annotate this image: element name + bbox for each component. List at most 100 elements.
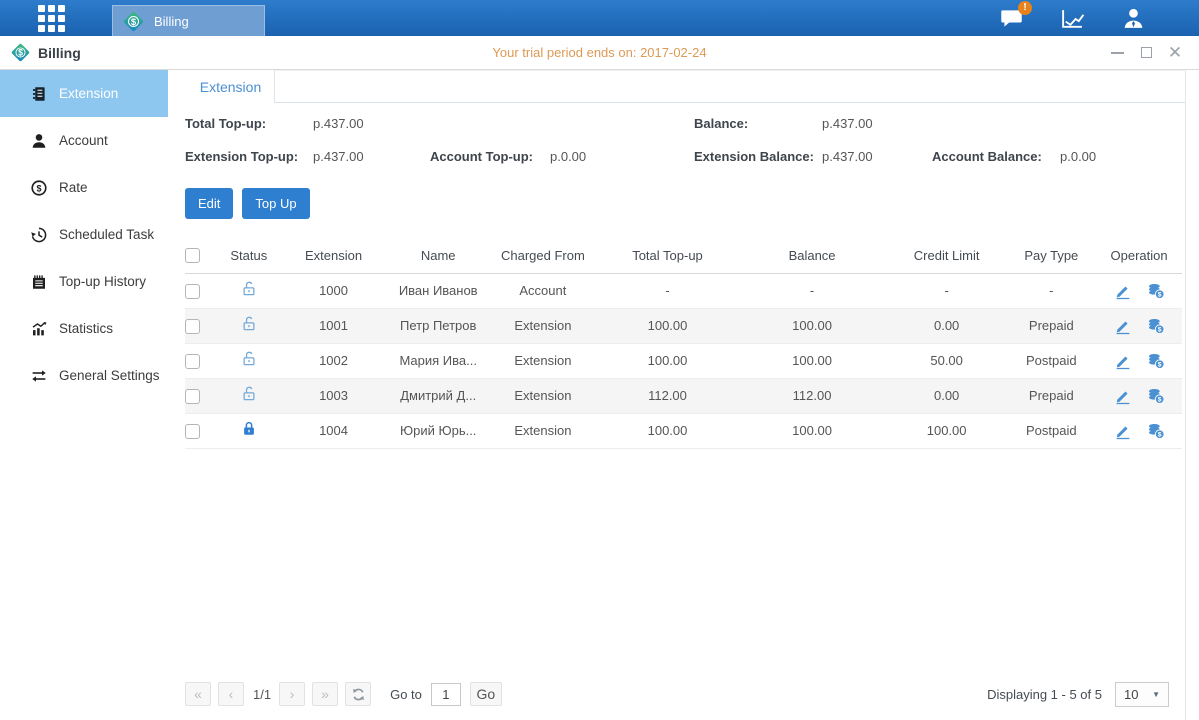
balance-label: Balance: — [694, 116, 822, 131]
edit-pencil-icon[interactable] — [1114, 387, 1132, 405]
name-cell: Юрий Юрь... — [388, 413, 488, 448]
credit-limit-cell: 0.00 — [887, 308, 1007, 343]
lock-open-icon — [240, 315, 258, 333]
sidebar-item-rate[interactable]: $Rate — [0, 164, 168, 211]
edit-pencil-icon[interactable] — [1114, 422, 1132, 440]
status-cell — [219, 343, 279, 378]
prev-page-button[interactable]: ‹ — [218, 682, 244, 706]
balance-cell: 100.00 — [737, 308, 887, 343]
billing-diamond-icon: $ — [10, 42, 31, 63]
extension-topup-label: Extension Top-up: — [185, 149, 313, 164]
messages-icon[interactable]: ! — [998, 6, 1025, 31]
select-all-checkbox[interactable] — [185, 248, 200, 263]
maximize-icon[interactable] — [1138, 45, 1154, 61]
taskbar-tab-billing[interactable]: $ Billing — [112, 5, 265, 36]
svg-text:$: $ — [18, 48, 23, 58]
next-page-button[interactable]: › — [279, 682, 305, 706]
operation-cell: $ — [1096, 273, 1182, 308]
top-up-coins-icon[interactable]: $ — [1147, 352, 1165, 370]
column-header-pay-type: Pay Type — [1006, 238, 1096, 273]
edit-pencil-icon[interactable] — [1114, 352, 1132, 370]
credit-limit-cell: 50.00 — [887, 343, 1007, 378]
chevron-down-icon: ▼ — [1152, 690, 1160, 699]
top-up-button[interactable]: Top Up — [242, 188, 309, 219]
extension-icon — [30, 85, 48, 103]
row-checkbox[interactable] — [185, 284, 200, 299]
sidebar-item-label: Rate — [59, 180, 88, 195]
header-checkbox-cell — [185, 238, 219, 273]
column-header-credit-limit: Credit Limit — [887, 238, 1007, 273]
close-icon[interactable]: ✕ — [1167, 45, 1183, 61]
sidebar-item-label: Scheduled Task — [59, 227, 154, 242]
window-title-bar: $ Billing Your trial period ends on: 201… — [0, 36, 1199, 70]
svg-text:$: $ — [1157, 431, 1161, 438]
sidebar-item-extension[interactable]: Extension — [0, 70, 168, 117]
name-cell: Петр Петров — [388, 308, 488, 343]
total-topup-cell: 112.00 — [598, 378, 738, 413]
balance-cell: - — [737, 273, 887, 308]
row-checkbox-cell — [185, 378, 219, 413]
credit-limit-cell: - — [887, 273, 1007, 308]
top-up-coins-icon[interactable]: $ — [1147, 422, 1165, 440]
go-button[interactable]: Go — [470, 682, 502, 706]
last-page-button[interactable]: » — [312, 682, 338, 706]
tab-extension[interactable]: Extension — [187, 70, 275, 103]
chart-icon[interactable] — [1059, 6, 1086, 31]
account-topup-label: Account Top-up: — [430, 149, 550, 164]
first-page-button[interactable]: « — [185, 682, 211, 706]
edit-pencil-icon[interactable] — [1114, 317, 1132, 335]
status-cell — [219, 378, 279, 413]
extension-cell: 1003 — [279, 378, 389, 413]
credit-limit-cell: 100.00 — [887, 413, 1007, 448]
sidebar-item-top-up-history[interactable]: Top-up History — [0, 258, 168, 305]
total-topup-cell: - — [598, 273, 738, 308]
edit-button[interactable]: Edit — [185, 188, 233, 219]
account-icon — [30, 132, 48, 150]
extension-cell: 1002 — [279, 343, 389, 378]
edit-pencil-icon[interactable] — [1114, 282, 1132, 300]
sidebar-item-general-settings[interactable]: General Settings — [0, 352, 168, 399]
sidebar-item-scheduled-task[interactable]: Scheduled Task — [0, 211, 168, 258]
top-up-coins-icon[interactable]: $ — [1147, 317, 1165, 335]
row-checkbox-cell — [185, 343, 219, 378]
sidebar-item-statistics[interactable]: Statistics — [0, 305, 168, 352]
row-checkbox[interactable] — [185, 424, 200, 439]
sidebar-item-label: Account — [59, 133, 108, 148]
status-cell — [219, 413, 279, 448]
charged-from-cell: Extension — [488, 308, 598, 343]
charged-from-cell: Extension — [488, 413, 598, 448]
operation-cell: $ — [1096, 413, 1182, 448]
tab-strip-filler — [275, 70, 1185, 103]
extension-cell: 1004 — [279, 413, 389, 448]
extension-cell: 1000 — [279, 273, 389, 308]
pagination-bar: « ‹ 1/1 › » Go to Go Displaying 1 - 5 of — [168, 674, 1199, 720]
pay-type-cell: Postpaid — [1006, 343, 1096, 378]
name-cell: Иван Иванов — [388, 273, 488, 308]
account-topup-value: p.0.00 — [550, 149, 694, 164]
pay-type-cell: Postpaid — [1006, 413, 1096, 448]
minimize-icon[interactable] — [1109, 45, 1125, 61]
page-size-value: 10 — [1124, 687, 1138, 702]
row-checkbox[interactable] — [185, 354, 200, 369]
refresh-icon[interactable] — [345, 682, 371, 706]
page-size-select[interactable]: 10 ▼ — [1115, 682, 1169, 707]
column-header-extension: Extension — [279, 238, 389, 273]
row-checkbox[interactable] — [185, 319, 200, 334]
user-icon[interactable] — [1120, 6, 1147, 31]
balance-value: p.437.00 — [822, 116, 932, 131]
pay-type-cell: Prepaid — [1006, 378, 1096, 413]
sidebar-item-account[interactable]: Account — [0, 117, 168, 164]
row-checkbox[interactable] — [185, 389, 200, 404]
goto-label: Go to — [390, 687, 422, 702]
column-header-balance: Balance — [737, 238, 887, 273]
statistics-icon — [30, 320, 48, 338]
total-topup-cell: 100.00 — [598, 413, 738, 448]
goto-page-input[interactable] — [431, 683, 461, 706]
svg-text:$: $ — [1157, 361, 1161, 368]
top-up-coins-icon[interactable]: $ — [1147, 282, 1165, 300]
column-header-status: Status — [219, 238, 279, 273]
name-cell: Мария Ива... — [388, 343, 488, 378]
top-up-coins-icon[interactable]: $ — [1147, 387, 1165, 405]
row-checkbox-cell — [185, 273, 219, 308]
app-launcher-icon[interactable] — [38, 5, 65, 32]
